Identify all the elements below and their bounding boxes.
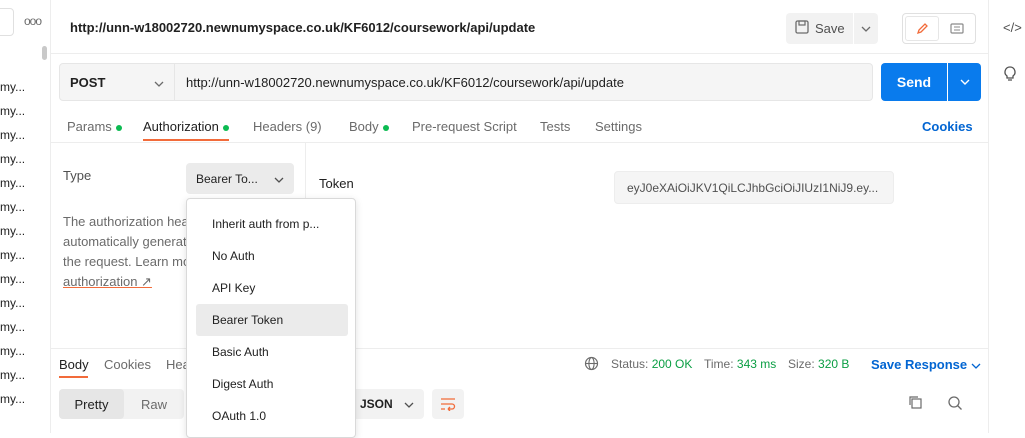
auth-option-api-key[interactable]: API Key xyxy=(196,272,348,304)
time-label: Time: xyxy=(704,357,734,371)
auth-type-value: Bearer To... xyxy=(196,171,258,186)
sidebar-item[interactable]: my... xyxy=(0,176,25,190)
status-value: 200 OK xyxy=(651,357,693,371)
chevron-down-icon xyxy=(971,357,981,372)
tab-label: Tests xyxy=(540,119,571,134)
token-label: Token xyxy=(319,176,354,191)
status-label: Status: xyxy=(611,357,649,371)
copy-icon[interactable] xyxy=(908,395,923,413)
response-view-toggle: Pretty Raw xyxy=(59,389,184,419)
active-tab-indicator xyxy=(143,139,229,141)
modified-indicator-dot xyxy=(222,124,229,131)
url-input[interactable]: http://unn-w18002720.newnumyspace.co.uk/… xyxy=(175,63,873,101)
format-select[interactable]: JSON xyxy=(350,389,424,419)
cookies-link[interactable]: Cookies xyxy=(922,119,973,134)
sidebar-search-box[interactable] xyxy=(0,8,14,36)
auth-type-select[interactable]: Bearer To... xyxy=(186,163,294,194)
raw-view-button[interactable]: Raw xyxy=(126,389,182,419)
response-tab-body[interactable]: Body xyxy=(59,357,89,372)
tab-label: Settings xyxy=(595,119,642,134)
time-value: 343 ms xyxy=(736,357,777,371)
sidebar-item[interactable]: my... xyxy=(0,200,25,214)
chevron-down-icon xyxy=(154,75,164,90)
status-meta: Status: 200 OK xyxy=(611,357,692,371)
auth-description-line: the request. Learn mo xyxy=(63,254,191,269)
chevron-down-icon xyxy=(274,172,284,186)
response-tab-cookies[interactable]: Cookies xyxy=(104,357,151,372)
save-button[interactable]: Save xyxy=(786,13,853,44)
search-icon[interactable] xyxy=(947,395,963,414)
send-options-chevron-down-icon[interactable] xyxy=(948,63,981,101)
sidebar-item[interactable]: my... xyxy=(0,368,25,382)
active-response-tab-indicator xyxy=(59,376,88,378)
tab-authorization[interactable]: Authorization xyxy=(143,119,229,134)
comment-icon[interactable] xyxy=(941,16,973,41)
tab-pre-request-script[interactable]: Pre-request Script xyxy=(412,119,517,134)
sidebar-scrollbar[interactable] xyxy=(42,46,47,60)
wrap-lines-icon[interactable] xyxy=(432,389,464,419)
tab-params[interactable]: Params xyxy=(67,119,122,134)
tab-label: Body xyxy=(349,119,379,134)
sidebar-item[interactable]: my... xyxy=(0,224,25,238)
sidebar-item[interactable]: my... xyxy=(0,272,25,286)
sidebar-item[interactable]: my... xyxy=(0,344,25,358)
send-button[interactable]: Send xyxy=(881,63,947,101)
tab-tests[interactable]: Tests xyxy=(540,119,570,134)
more-options-icon[interactable]: ooo xyxy=(24,14,42,28)
auth-description-line: automatically generat xyxy=(63,234,187,249)
modified-indicator-dot xyxy=(382,124,389,131)
save-response-label: Save Response xyxy=(871,357,968,372)
pencil-icon[interactable] xyxy=(905,16,939,41)
auth-option-inherit-auth-from-p[interactable]: Inherit auth from p... xyxy=(196,208,348,240)
header-divider xyxy=(51,53,988,54)
auth-option-bearer-token[interactable]: Bearer Token xyxy=(196,304,348,336)
sidebar-item[interactable]: my... xyxy=(0,248,25,262)
tab-label: Params xyxy=(67,119,112,134)
sidebar-item[interactable]: my... xyxy=(0,392,25,406)
size-label: Size: xyxy=(788,357,815,371)
tab-body[interactable]: Body xyxy=(349,119,389,134)
sidebar-item[interactable]: my... xyxy=(0,80,25,94)
sidebar-item[interactable]: my... xyxy=(0,128,25,142)
collections-sidebar: ooo my... my... my... my... my... my... my... m… xyxy=(0,0,51,433)
method-select[interactable]: POST xyxy=(59,63,175,101)
globe-icon[interactable] xyxy=(584,356,599,374)
pretty-view-button[interactable]: Pretty xyxy=(59,389,124,419)
auth-description-line: The authorization hea xyxy=(63,214,189,229)
tab-label: Authorization xyxy=(143,119,219,134)
sidebar-item[interactable]: my... xyxy=(0,296,25,310)
save-options-chevron-down-icon[interactable] xyxy=(854,13,878,44)
tab-headers-9[interactable]: Headers (9) xyxy=(253,119,322,134)
auth-option-digest-auth[interactable]: Digest Auth xyxy=(196,368,348,400)
view-mode-toggle xyxy=(902,13,976,44)
auth-type-dropdown: Inherit auth from p... No Auth API Key Bear… xyxy=(186,198,356,438)
token-input[interactable]: eyJ0eXAiOiJKV1QiLCJhbGciOiJIUzI1NiJ9.ey.… xyxy=(614,171,894,204)
sidebar-item[interactable]: my... xyxy=(0,152,25,166)
sidebar-item[interactable]: my... xyxy=(0,320,25,334)
tab-settings[interactable]: Settings xyxy=(595,119,642,134)
auth-option-basic-auth[interactable]: Basic Auth xyxy=(196,336,348,368)
time-meta: Time: 343 ms xyxy=(704,357,776,371)
sidebar-item[interactable]: my... xyxy=(0,104,25,118)
auth-option-oauth-1-0[interactable]: OAuth 1.0 xyxy=(196,400,348,432)
size-value: 320 B xyxy=(818,357,850,371)
save-icon xyxy=(795,20,809,37)
modified-indicator-dot xyxy=(115,124,122,131)
tab-label: Headers (9) xyxy=(253,119,322,134)
size-meta: Size: 320 B xyxy=(788,357,849,371)
method-label: POST xyxy=(70,74,106,90)
format-value: JSON xyxy=(360,397,393,411)
right-context-bar: </> xyxy=(988,0,1025,433)
auth-type-label: Type xyxy=(63,168,92,183)
auth-option-no-auth[interactable]: No Auth xyxy=(196,240,348,272)
save-response-button[interactable]: Save Response xyxy=(871,357,981,372)
code-icon[interactable]: </> xyxy=(1003,20,1022,35)
save-label: Save xyxy=(815,21,845,36)
tabs-divider xyxy=(51,142,988,143)
chevron-down-icon xyxy=(404,397,414,411)
tab-label: Pre-request Script xyxy=(412,119,517,134)
lightbulb-icon[interactable] xyxy=(1003,66,1017,85)
request-title[interactable]: http://unn-w18002720.newnumyspace.co.uk/… xyxy=(70,20,535,35)
learn-authorization-link[interactable]: authorization ↗ xyxy=(63,274,152,290)
